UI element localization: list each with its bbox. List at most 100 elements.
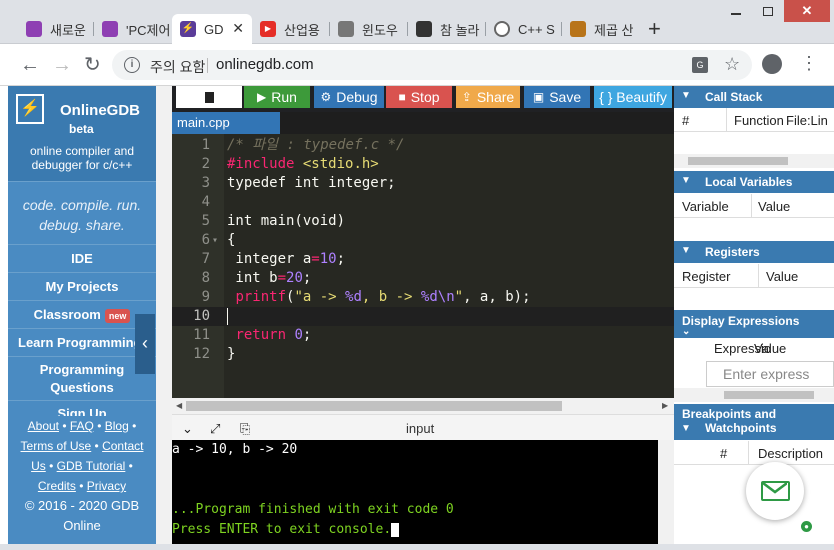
watchpoints-title: Watchpoints — [705, 421, 777, 435]
terms-link[interactable]: Terms of Use — [21, 439, 92, 453]
display-expressions-title: Display Expressions — [682, 314, 800, 328]
url-text[interactable]: onlinegdb.com — [216, 56, 314, 73]
feedback-mail-button[interactable] — [746, 462, 804, 520]
stop-button[interactable]: ■ Stop — [386, 86, 452, 108]
code-line[interactable]: 7 integer a=10; — [172, 250, 674, 269]
tab-main-cpp[interactable]: main.cpp — [172, 112, 280, 134]
onlinegdb-logo-icon[interactable]: ⚡ — [16, 94, 44, 124]
code-line-active[interactable]: 10 — [172, 307, 674, 326]
back-arrow-icon[interactable]: ← — [20, 54, 40, 76]
line-number: 12 — [193, 346, 210, 362]
registers-header[interactable]: ▼ Registers — [674, 241, 834, 263]
console-output[interactable]: a -> 10, b -> 20 ...Program finished wit… — [172, 440, 658, 544]
sidebar-scrollbar[interactable] — [156, 86, 172, 544]
contact-link[interactable]: Contact — [102, 439, 143, 453]
forward-arrow-icon[interactable]: → — [52, 54, 72, 76]
console-scrollbar[interactable] — [658, 440, 674, 544]
registers-title: Registers — [705, 245, 760, 259]
profile-avatar-icon[interactable] — [762, 54, 782, 74]
collapse-chevron-down-icon[interactable]: ⌄ — [182, 421, 193, 437]
info-icon[interactable]: i — [124, 57, 140, 73]
display-expressions-columns: Expressio Value — [674, 336, 834, 360]
tagline-line: online compiler and — [29, 144, 135, 158]
browser-tab-1[interactable]: 새로운 — [18, 14, 94, 44]
display-expressions-header[interactable]: Display Expressions ⌄ — [674, 310, 834, 338]
bookmark-star-icon[interactable]: ☆ — [724, 54, 740, 75]
tab-label: 제곱 산 — [594, 22, 634, 38]
browser-tab-7[interactable]: C++ S — [486, 14, 562, 44]
new-file-button[interactable] — [176, 86, 242, 108]
tab-label: 산업용 — [284, 22, 320, 38]
code-line[interactable]: 3 typedef int integer; — [172, 174, 674, 193]
about-link[interactable]: About — [28, 419, 59, 433]
expand-arrows-icon[interactable]: ⤢ — [210, 421, 220, 437]
browser-tab-8[interactable]: 제곱 산 — [562, 14, 640, 44]
sidebar-item-sign-up[interactable]: Sign Up — [8, 401, 156, 417]
security-warning[interactable]: 주의 요함 — [150, 57, 205, 77]
brand-name[interactable]: OnlineGDB — [60, 102, 140, 119]
close-window-button[interactable]: ✕ — [784, 0, 830, 22]
faq-link[interactable]: FAQ — [70, 419, 94, 433]
scroll-right-arrow-icon[interactable]: ▶ — [662, 401, 668, 410]
code-line[interactable]: 11 return 0; — [172, 326, 674, 345]
share-button[interactable]: ⇪ Share — [456, 86, 520, 108]
breakpoints-title: Breakpoints and — [682, 407, 777, 421]
sidebar-item-ide[interactable]: IDE — [8, 245, 156, 273]
sidebar-item-classroom[interactable]: Classroom new — [8, 301, 156, 329]
menu-kebab-icon[interactable]: ⋮ — [800, 53, 818, 73]
chevron-down-icon: ▼ — [681, 423, 691, 434]
breakpoints-header[interactable]: Breakpoints and ▼ Watchpoints — [674, 404, 834, 440]
omnibox[interactable]: i 주의 요함 onlinegdb.com G ☆ — [112, 50, 752, 80]
sidebar-item-my-projects[interactable]: My Projects — [8, 273, 156, 301]
code-line[interactable]: 5 int main(void) — [172, 212, 674, 231]
beautify-button[interactable]: { } Beautify — [594, 86, 672, 108]
code-editor[interactable]: 1 /* 파일 : typedef.c */ 2 #include <stdio… — [172, 134, 674, 398]
copy-output-icon[interactable]: ⎘ — [240, 421, 250, 437]
code-text: int main(void) — [227, 213, 346, 229]
browser-tab-5[interactable]: 윈도우 — [330, 14, 408, 44]
fold-toggle-icon[interactable]: ▾ — [212, 231, 218, 250]
credits-link[interactable]: Credits — [38, 479, 76, 493]
tab-close-icon[interactable]: ✕ — [232, 20, 244, 37]
column-header: Register — [682, 269, 731, 284]
translate-icon[interactable]: G — [692, 57, 708, 73]
tab-label: C++ S — [518, 21, 555, 37]
reload-icon[interactable]: ↻ — [84, 54, 101, 76]
browser-tab-2[interactable]: 'PC제어 — [94, 14, 172, 44]
new-tab-button[interactable]: + — [648, 17, 661, 41]
run-label: Run — [271, 89, 297, 105]
sidebar-item-learn-programming[interactable]: Learn Programming — [8, 329, 156, 357]
blog-link[interactable]: Blog — [105, 419, 129, 433]
browser-tab-active[interactable]: ⚡ GD ✕ — [172, 14, 252, 44]
save-button[interactable]: ▣ Save — [524, 86, 590, 108]
call-stack-header[interactable]: ▼ Call Stack — [674, 86, 834, 108]
code-line[interactable]: 1 /* 파일 : typedef.c */ — [172, 136, 674, 155]
maximize-button[interactable] — [752, 0, 784, 22]
sidebar-collapse-chevron-icon[interactable]: ‹ — [135, 314, 155, 374]
debug-button[interactable]: ⚙ Debug — [314, 86, 384, 108]
expressions-scrollbar[interactable] — [674, 388, 834, 402]
local-variables-header[interactable]: ▼ Local Variables — [674, 171, 834, 193]
expression-input[interactable]: Enter express — [706, 361, 834, 387]
code-line[interactable]: 9 printf("a -> %d, b -> %d\n", a, b); — [172, 288, 674, 307]
code-line[interactable]: 6 ▾ { — [172, 231, 674, 250]
sidebar-item-programming-questions[interactable]: Programming Questions — [8, 357, 156, 401]
code-text: { — [227, 232, 236, 248]
editor-horizontal-scrollbar[interactable]: ◀ ▶ — [172, 398, 674, 414]
code-line[interactable]: 2 #include <stdio.h> — [172, 155, 674, 174]
column-header: # — [720, 446, 728, 461]
minimize-button[interactable] — [720, 0, 752, 22]
contact-us-link[interactable]: Us — [31, 459, 46, 473]
code-line[interactable]: 12 } — [172, 345, 674, 364]
scroll-left-arrow-icon[interactable]: ◀ — [176, 401, 182, 410]
gdb-tutorial-link[interactable]: GDB Tutorial — [57, 459, 126, 473]
code-line[interactable]: 4 — [172, 193, 674, 212]
privacy-link[interactable]: Privacy — [87, 479, 126, 493]
browser-tab-4[interactable]: ▶ 산업용 — [252, 14, 330, 44]
code-line[interactable]: 8 int b=20; — [172, 269, 674, 288]
line-number: 11 — [193, 327, 210, 343]
run-button[interactable]: ▶ Run — [244, 86, 310, 108]
scrollbar-thumb[interactable] — [186, 401, 562, 411]
call-stack-scrollbar[interactable] — [674, 154, 834, 168]
browser-tab-6[interactable]: 참 놀라 — [408, 14, 486, 44]
